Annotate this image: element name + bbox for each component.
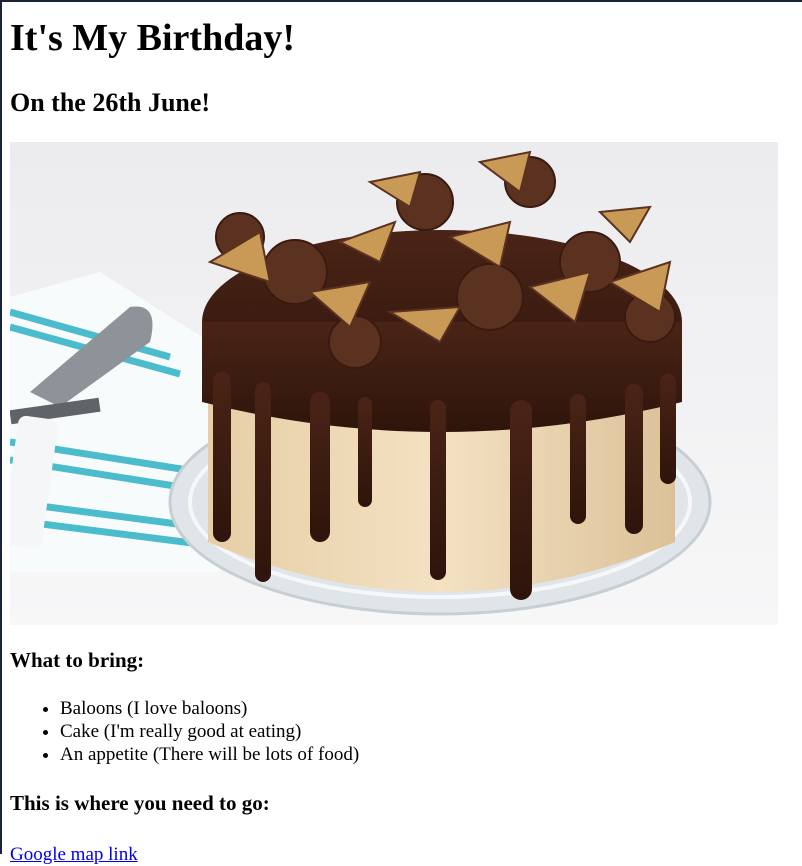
date-heading: On the 26th June! <box>10 88 211 117</box>
map-link[interactable]: Google map link <box>10 844 802 866</box>
list-item: An appetite (There will be lots of food) <box>60 743 802 766</box>
page-content: It's My Birthday! On the 26th June! What… <box>2 16 802 866</box>
bring-list: Baloons (I love baloons) Cake (I'm reall… <box>10 697 802 766</box>
bring-heading: What to bring: <box>10 648 145 672</box>
list-item: Cake (I'm really good at eating) <box>60 720 802 743</box>
list-item: Baloons (I love baloons) <box>60 697 802 720</box>
birthday-cake-image <box>10 142 778 625</box>
location-heading: This is where you need to go: <box>10 791 270 815</box>
page-title: It's My Birthday! <box>10 17 295 59</box>
